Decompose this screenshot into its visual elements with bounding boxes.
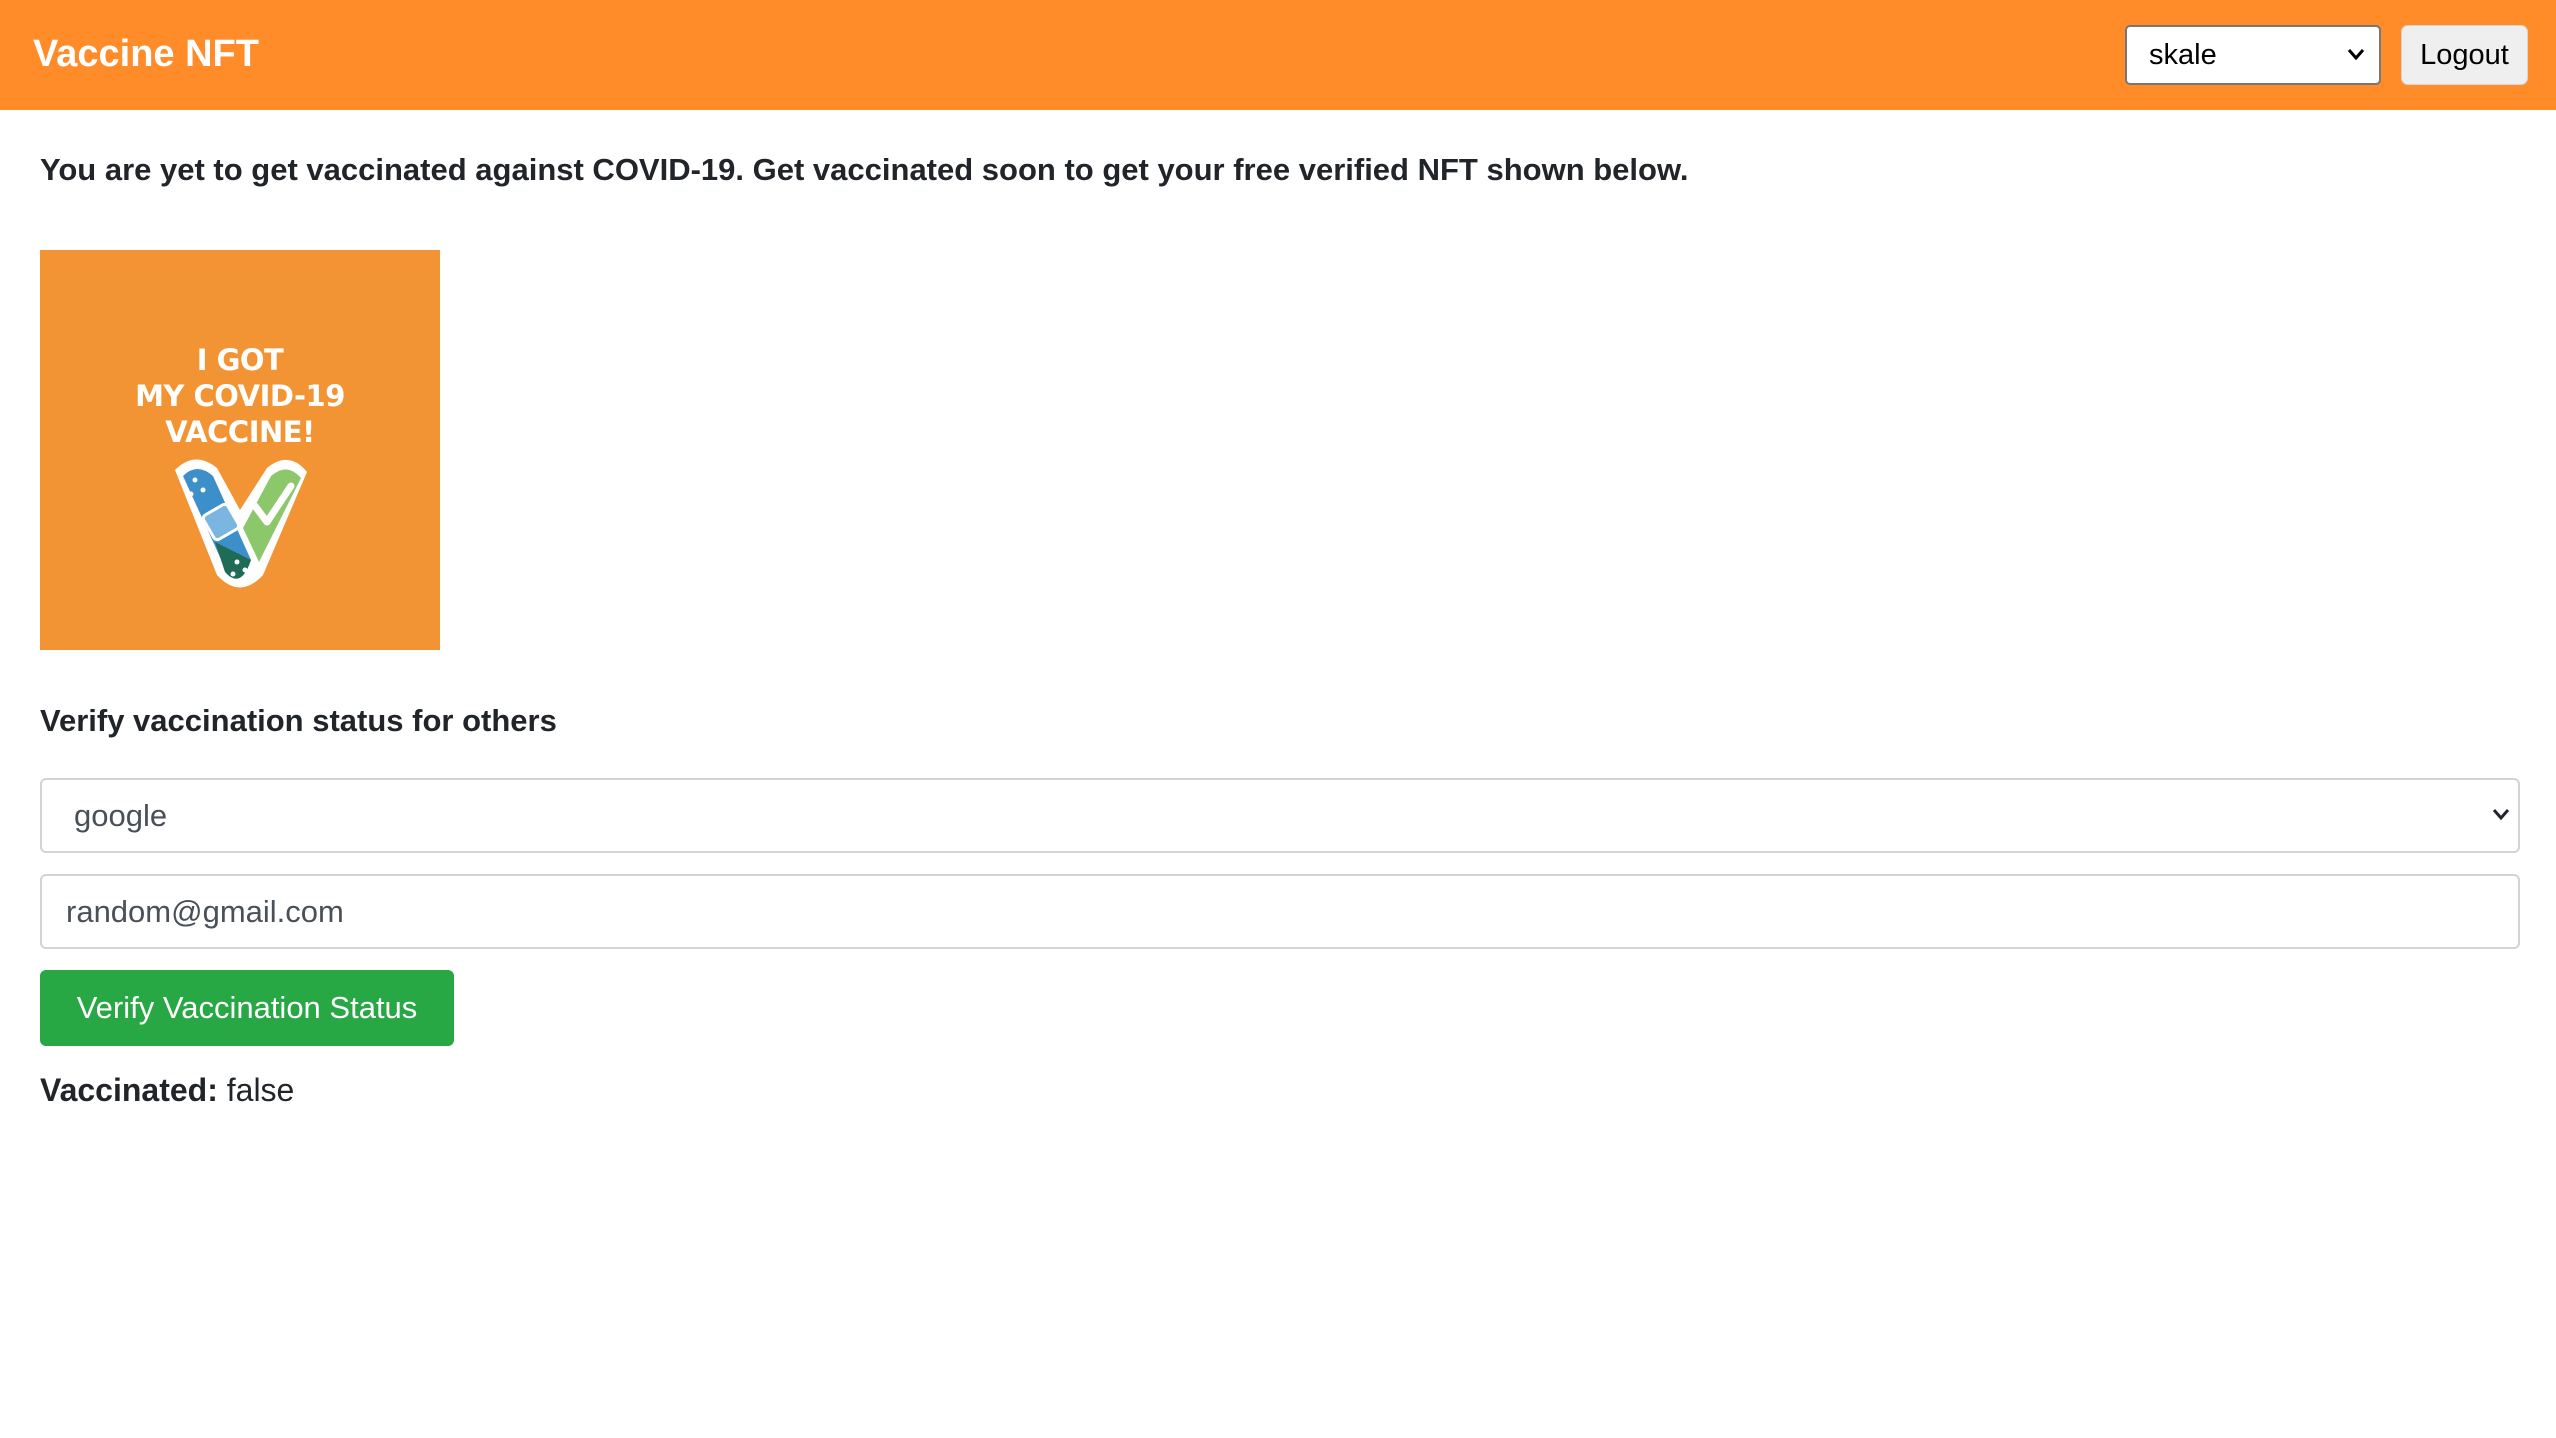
vaccination-status-message: You are yet to get vaccinated against CO… — [40, 152, 1689, 187]
chevron-down-icon — [2490, 780, 2512, 879]
brand-title[interactable]: Vaccine NFT — [33, 25, 259, 83]
result-value: false — [226, 1072, 295, 1108]
nft-caption: I GOT MY COVID-19 VACCINE! — [40, 342, 440, 450]
network-select[interactable]: skale — [2125, 25, 2381, 85]
provider-select-value: google — [74, 798, 168, 833]
bandage-checkmark-icon — [175, 459, 307, 588]
verify-vaccination-button[interactable]: Verify Vaccination Status — [40, 970, 454, 1046]
nft-image: I GOT MY COVID-19 VACCINE! — [40, 250, 440, 650]
nft-caption-line: I GOT — [196, 343, 284, 377]
nft-caption-line: MY COVID-19 — [135, 379, 345, 413]
email-field[interactable]: random@gmail.com — [40, 874, 2520, 949]
provider-select[interactable]: google — [40, 778, 2520, 853]
top-navbar: Vaccine NFT skale Logout — [0, 0, 2556, 110]
vaccination-result: Vaccinated: false — [40, 1072, 294, 1109]
result-label: Vaccinated: — [40, 1072, 218, 1108]
nft-caption-line: VACCINE! — [165, 415, 315, 449]
chevron-down-icon — [2347, 27, 2365, 104]
verify-section-heading: Verify vaccination status for others — [40, 703, 557, 738]
logout-button[interactable]: Logout — [2401, 25, 2528, 85]
network-select-value: skale — [2149, 39, 2217, 71]
